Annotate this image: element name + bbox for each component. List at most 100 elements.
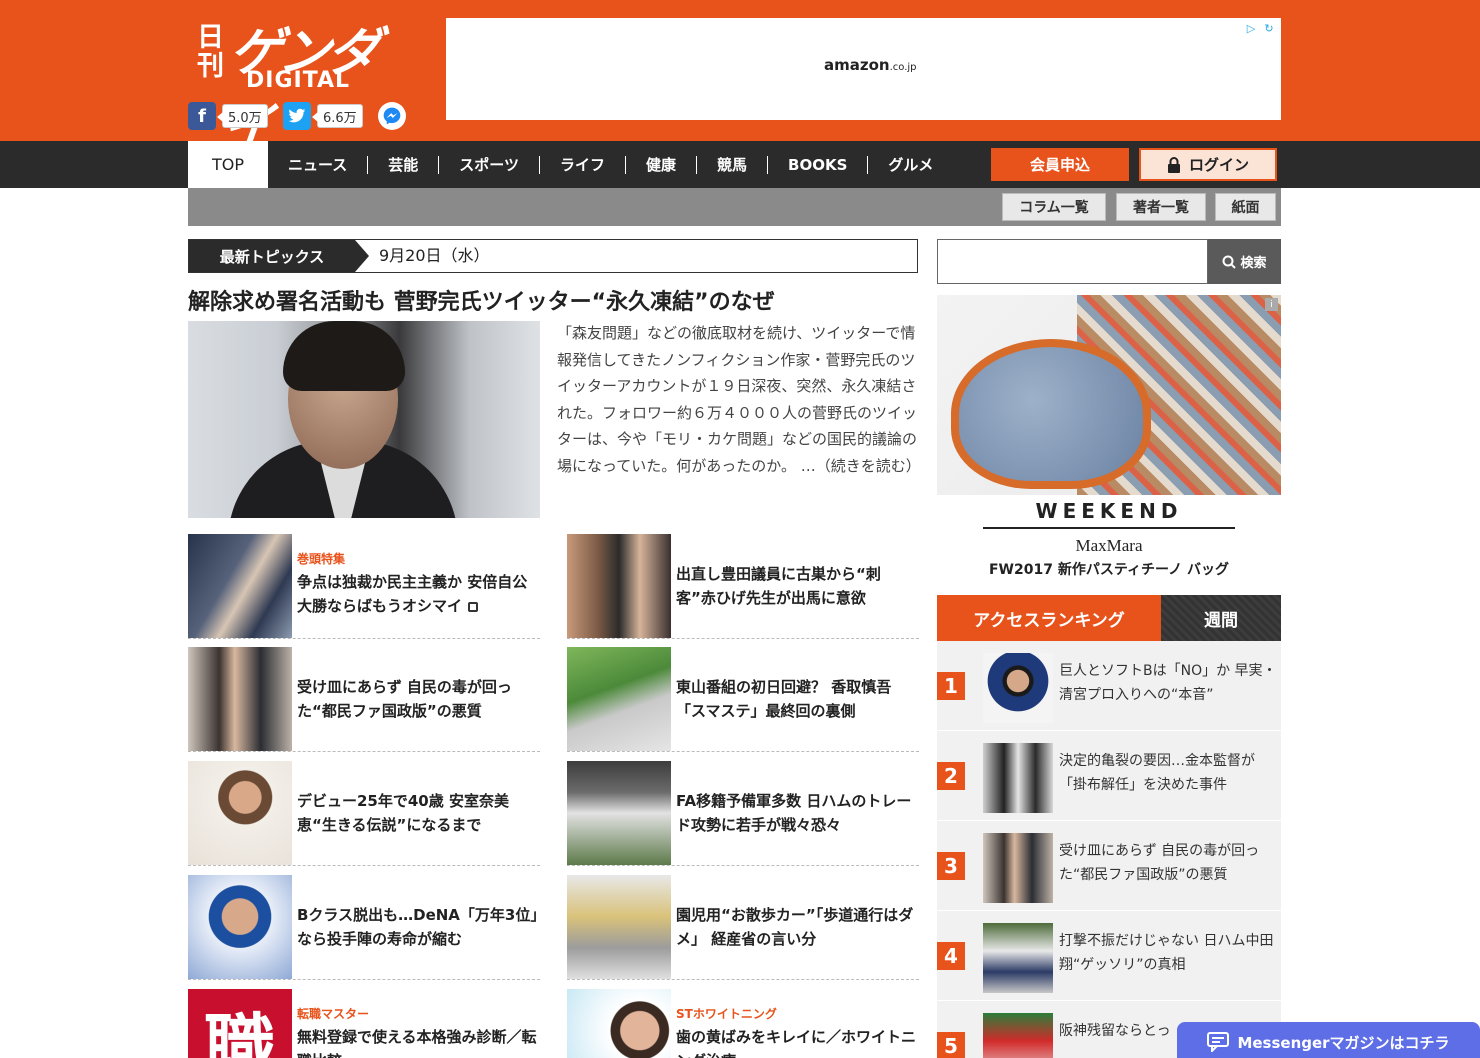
messenger-magazine-bar[interactable]: Messengerマガジンはコチラ <box>1177 1022 1480 1058</box>
article-card[interactable]: 巻頭特集 争点は独裁か民主主義か 安倍自公大勝ならばもうオシマイ <box>188 534 540 639</box>
article-title[interactable]: 東山番組の初日回避？ 香取慎吾「スマステ」最終回の裏側 <box>676 675 919 723</box>
rank-title[interactable]: 決定的亀裂の要因…金本監督が「掛布解任」を決めた事件 <box>1059 749 1277 797</box>
logo-digital: DIGITAL <box>246 68 351 93</box>
nav-item-gourmet[interactable]: グルメ <box>867 155 953 174</box>
article-title[interactable]: 出直し豊田議員に古巣から“刺客”赤ひげ先生が出馬に意欲 <box>676 562 919 610</box>
paper-button[interactable]: 紙面 <box>1215 193 1276 221</box>
messenger-icon[interactable] <box>378 102 406 130</box>
article-card[interactable]: 受け皿にあらず 自民の毒が回った“都民ファ国政版”の悪質 <box>188 647 540 752</box>
article-thumb[interactable] <box>567 647 671 751</box>
messenger-bar-label: Messengerマガジンはコチラ <box>1237 1033 1450 1052</box>
ad-brand[interactable]: MaxMara <box>937 536 1281 556</box>
ranking-item[interactable]: 1 巨人とソフトBは「NO」か 早実・清宮プロ入りへの“本音” <box>937 641 1281 731</box>
article-title[interactable]: FA移籍予備軍多数 日ハムのトレード攻勢に若手が戦々恐々 <box>676 789 919 837</box>
ad-weekend-label[interactable]: WEEKEND <box>983 499 1235 529</box>
article-title[interactable]: 無料登録で使える本格強み診断／転職比較 <box>297 1025 540 1058</box>
lock-icon <box>1167 156 1180 173</box>
lead-image[interactable] <box>188 321 540 518</box>
rank-thumb[interactable] <box>983 833 1053 903</box>
rank-number: 5 <box>937 1032 965 1058</box>
article-card[interactable]: STホワイトニング 歯の黄ばみをキレイに／ホワイトニング治療 <box>567 989 919 1058</box>
article-thumb[interactable] <box>567 989 671 1058</box>
ad-choices[interactable]: ▷ ↻ <box>1243 20 1277 36</box>
rank-title[interactable]: 巨人とソフトBは「NO」か 早実・清宮プロ入りへの“本音” <box>1059 659 1277 707</box>
nav-item-books[interactable]: BOOKS <box>767 155 867 174</box>
article-thumb[interactable] <box>188 761 292 865</box>
article-title[interactable]: デビュー25年で40歳 安室奈美恵“生きる伝説”になるまで <box>297 789 540 837</box>
search-button[interactable]: 検索 <box>1208 239 1281 284</box>
article-thumb[interactable] <box>567 761 671 865</box>
ranking-list: 1 巨人とソフトBは「NO」か 早実・清宮プロ入りへの“本音” 2 決定的亀裂の… <box>937 641 1281 1058</box>
facebook-count: 5.0万 <box>217 104 268 128</box>
refresh-icon[interactable]: ↻ <box>1261 20 1277 36</box>
nav-item-life[interactable]: ライフ <box>538 155 625 174</box>
top-banner-ad[interactable]: amazon.co.jp ▷ ↻ <box>446 18 1281 120</box>
nav-item-keiba[interactable]: 競馬 <box>696 155 767 174</box>
search-input[interactable] <box>937 239 1208 284</box>
nav-items: ニュース 芸能 スポーツ ライフ 健康 競馬 BOOKS グルメ <box>268 141 953 188</box>
article-card[interactable]: Bクラス脱出も…DeNA「万年3位」なら投手陣の寿命が縮む <box>188 875 540 980</box>
rank-number: 1 <box>937 672 965 700</box>
lead-headline[interactable]: 解除求め署名活動も 菅野完氏ツイッター“永久凍結”のなぜ <box>188 284 918 316</box>
adchoices-icon[interactable]: ▷ <box>1243 20 1259 36</box>
article-thumb[interactable] <box>188 647 292 751</box>
rank-title[interactable]: 受け皿にあらず 自民の毒が回った“都民ファ国政版”の悪質 <box>1059 839 1277 887</box>
article-title[interactable]: 受け皿にあらず 自民の毒が回った“都民ファ国政版”の悪質 <box>297 675 540 723</box>
twitter-share[interactable]: 6.6万 <box>283 102 363 130</box>
article-card[interactable]: デビュー25年で40歳 安室奈美恵“生きる伝説”になるまで <box>188 761 540 866</box>
nav-item-news[interactable]: ニュース <box>268 156 367 174</box>
amazon-logo: amazon.co.jp <box>824 56 917 74</box>
article-thumb[interactable] <box>188 875 292 979</box>
lead-summary[interactable]: 「森友問題」などの徹底取材を続け、ツイッターで情報発信してきたノンフィクション作… <box>557 320 921 479</box>
article-title[interactable]: 園児用“お散歩カー”「歩道通行はダメ」 経産省の言い分 <box>676 903 919 951</box>
article-category: 転職マスター <box>297 1007 370 1021</box>
article-card[interactable]: 出直し豊田議員に古巣から“刺客”赤ひげ先生が出馬に意欲 <box>567 534 919 639</box>
login-label: ログイン <box>1188 157 1249 174</box>
author-list-button[interactable]: 著者一覧 <box>1116 193 1206 221</box>
rank-title[interactable]: 打撃不振だけじゃない 日ハム中田翔“ゲッソリ”の真相 <box>1059 929 1277 977</box>
rank-thumb[interactable] <box>983 743 1053 813</box>
logo-nikkan: 日刊 <box>192 22 223 80</box>
facebook-share[interactable]: f 5.0万 <box>188 102 268 130</box>
rank-thumb[interactable] <box>983 923 1053 993</box>
sidebar-ad-image[interactable]: i <box>937 295 1281 495</box>
nav-item-health[interactable]: 健康 <box>625 155 696 174</box>
nav-top[interactable]: TOP <box>188 141 268 188</box>
ad-caption[interactable]: FW2017 新作パスティチーノ バッグ <box>937 559 1281 579</box>
twitter-icon[interactable] <box>283 102 311 130</box>
latest-topics-bar: 最新トピックス 9月20日（水） <box>188 239 918 273</box>
article-thumb[interactable] <box>567 875 671 979</box>
chat-icon <box>1207 1032 1230 1052</box>
article-category: STホワイトニング <box>676 1007 777 1021</box>
nav-item-geino[interactable]: 芸能 <box>367 155 438 174</box>
article-card[interactable]: 園児用“お散歩カー”「歩道通行はダメ」 経産省の言い分 <box>567 875 919 980</box>
article-card[interactable]: FA移籍予備軍多数 日ハムのトレード攻勢に若手が戦々恐々 <box>567 761 919 866</box>
twitter-count: 6.6万 <box>312 104 363 128</box>
site-header: 日刊 ゲンダイ DIGITAL f 5.0万 6.6万 amazon.co.jp… <box>0 0 1480 158</box>
rank-number: 3 <box>937 852 965 880</box>
column-list-button[interactable]: コラム一覧 <box>1002 193 1106 221</box>
login-button[interactable]: ログイン <box>1139 148 1277 181</box>
article-title[interactable]: 争点は独裁か民主主義か 安倍自公大勝ならばもうオシマイ <box>297 570 540 618</box>
facebook-icon[interactable]: f <box>188 102 216 130</box>
article-card[interactable]: 職 転職マスター 無料登録で使える本格強み診断／転職比較 <box>188 989 540 1058</box>
article-title[interactable]: Bクラス脱出も…DeNA「万年3位」なら投手陣の寿命が縮む <box>297 903 540 951</box>
rank-number: 4 <box>937 942 965 970</box>
nav-item-sports[interactable]: スポーツ <box>438 155 539 174</box>
article-title[interactable]: 歯の黄ばみをキレイに／ホワイトニング治療 <box>676 1025 919 1058</box>
lock-icon <box>468 601 479 612</box>
site-logo[interactable]: 日刊 ゲンダイ DIGITAL <box>188 10 398 158</box>
article-thumb[interactable] <box>188 534 292 638</box>
search-icon <box>1222 255 1237 269</box>
article-thumb[interactable] <box>567 534 671 638</box>
ad-info-icon[interactable]: i <box>1265 298 1278 311</box>
rank-thumb[interactable] <box>983 1013 1053 1058</box>
ranking-item[interactable]: 4 打撃不振だけじゃない 日ハム中田翔“ゲッソリ”の真相 <box>937 911 1281 1001</box>
article-card[interactable]: 東山番組の初日回避？ 香取慎吾「スマステ」最終回の裏側 <box>567 647 919 752</box>
ranking-item[interactable]: 2 決定的亀裂の要因…金本監督が「掛布解任」を決めた事件 <box>937 731 1281 821</box>
ranking-period-tab[interactable]: 週間 <box>1161 595 1281 641</box>
join-button[interactable]: 会員申込 <box>991 148 1129 181</box>
article-thumb[interactable]: 職 <box>188 989 292 1058</box>
ranking-item[interactable]: 3 受け皿にあらず 自民の毒が回った“都民ファ国政版”の悪質 <box>937 821 1281 911</box>
rank-thumb[interactable] <box>983 653 1053 723</box>
